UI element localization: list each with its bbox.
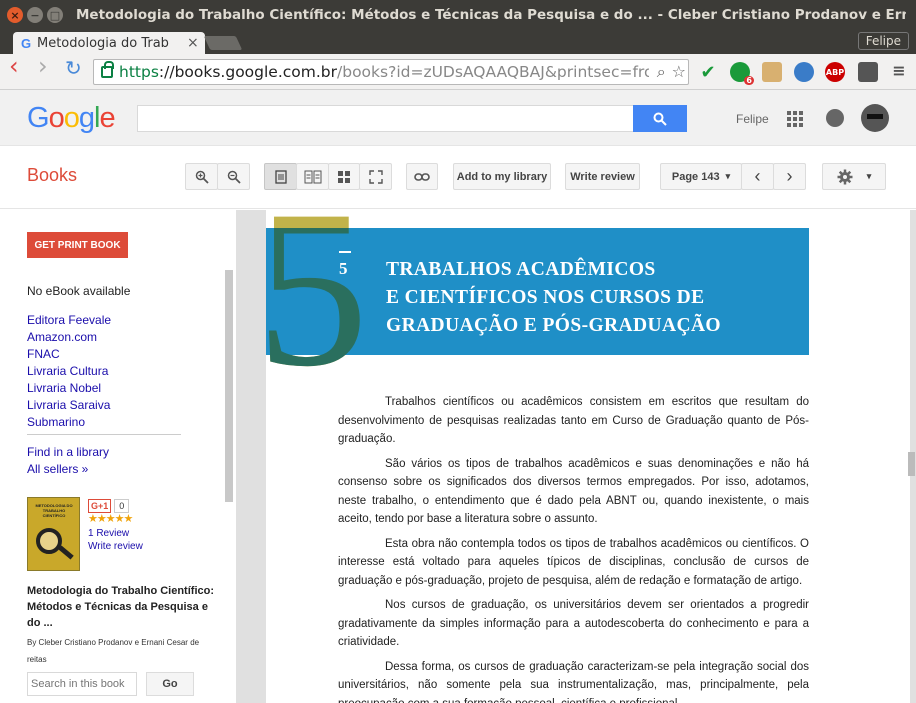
seller-link[interactable]: Editora Feevale [27, 312, 111, 329]
add-to-library-button[interactable]: Add to my library [453, 163, 551, 190]
url-text[interactable]: https://books.google.com.br/books?id=zUD… [119, 63, 649, 81]
new-tab-button[interactable] [203, 36, 243, 50]
chevron-down-icon: ▾ [866, 171, 872, 181]
apps-grid-icon[interactable] [787, 111, 803, 127]
window-minimize-button[interactable]: − [27, 7, 43, 23]
window-maximize-button[interactable]: □ [47, 7, 63, 23]
books-label[interactable]: Books [27, 165, 77, 186]
chapter-number: 5 [339, 251, 351, 278]
window-titlebar: × − □ Metodologia do Trabalho Científico… [0, 0, 916, 30]
face-extension-icon[interactable] [762, 62, 782, 82]
window-close-button[interactable]: × [7, 7, 23, 23]
search-go-button[interactable]: Go [146, 672, 194, 696]
book-author: By Cleber Cristiano Prodanov e Ernani Ce… [27, 638, 200, 664]
bookmark-star-icon[interactable]: ☆ [672, 62, 686, 82]
browser-tab[interactable]: G Metodologia do Trab × [13, 32, 205, 54]
globe-extension-icon[interactable] [794, 62, 814, 82]
get-print-book-button[interactable]: GET PRINT BOOK [27, 232, 128, 258]
forward-button[interactable]: › [38, 54, 48, 78]
book-cover-thumbnail[interactable]: METODOLOGIA DO TRABALHO CIENTÍFICO [27, 497, 80, 571]
settings-dropdown[interactable]: ▾ [822, 163, 886, 190]
pocket-icon[interactable] [858, 62, 878, 82]
next-page-button[interactable]: › [773, 163, 806, 190]
tab-close-icon[interactable]: × [187, 35, 199, 51]
reviews-link[interactable]: 1 Review [88, 528, 129, 539]
rating-stars-icon: ★★★★★ [88, 513, 133, 525]
badge-extension-icon[interactable]: 6 [730, 62, 754, 85]
paragraph: Dessa forma, os cursos de graduação cara… [338, 660, 809, 703]
profile-button[interactable]: Felipe [857, 32, 909, 50]
chapter-big-number-overlay: 5 [266, 210, 369, 413]
search-icon [653, 112, 667, 126]
page-body-text: Trabalhos científicos ou acadêmicos cons… [338, 393, 809, 703]
paragraph: Trabalhos científicos ou acadêmicos cons… [338, 396, 809, 445]
zoom-search-icon[interactable]: ⌕ [657, 62, 666, 82]
thumbnail-view-icon[interactable] [328, 163, 360, 190]
checkmark-extension-icon[interactable]: ✔ [698, 62, 718, 83]
zoom-in-icon[interactable] [185, 163, 218, 190]
single-page-view-icon[interactable] [264, 163, 297, 190]
write-review-button[interactable]: Write review [565, 163, 640, 190]
fullscreen-icon[interactable] [359, 163, 392, 190]
seller-list: Editora Feevale Amazon.com FNAC Livraria… [27, 312, 111, 431]
sidebar-scrollbar[interactable] [225, 270, 233, 502]
book-sidebar: GET PRINT BOOK No eBook available Editor… [0, 210, 236, 703]
search-in-book-input[interactable] [27, 672, 137, 696]
google-plus-one[interactable]: G+1 0 [88, 499, 130, 513]
gplus-button[interactable]: G+1 [88, 499, 112, 513]
notifications-icon[interactable] [826, 109, 844, 127]
reload-button[interactable]: ↻ [65, 58, 82, 78]
page-selector-dropdown[interactable]: Page 143 ▾ [660, 163, 742, 190]
chapter-title: TRABALHOS ACADÊMICOS E CIENTÍFICOS NOS C… [386, 259, 721, 336]
seller-link[interactable]: Livraria Cultura [27, 363, 111, 380]
gplus-count: 0 [114, 499, 130, 513]
menu-icon[interactable]: ≡ [889, 60, 909, 80]
seller-link[interactable]: Submarino [27, 414, 111, 431]
chevron-down-icon: ▾ [725, 171, 731, 181]
tab-strip: G Metodologia do Trab × Felipe [0, 30, 916, 54]
gear-icon [837, 169, 853, 184]
window-title: Metodologia do Trabalho Científico: Méto… [76, 7, 906, 23]
write-review-link[interactable]: Write review [88, 541, 143, 552]
book-page: 5 5 5 TRABALHOS ACADÊMICOS E CIENTÍFICOS… [266, 210, 910, 703]
tab-label: Metodologia do Trab [37, 35, 169, 51]
two-page-view-icon[interactable] [296, 163, 329, 190]
no-ebook-text: No eBook available [27, 284, 131, 298]
divider [27, 434, 181, 435]
browser-toolbar: ‹ › ↻ https://books.google.com.br/books?… [0, 54, 916, 90]
google-search-input[interactable] [137, 105, 634, 132]
adblock-icon[interactable]: ABP [825, 62, 845, 82]
seller-link[interactable]: Livraria Nobel [27, 380, 111, 397]
google-user-name[interactable]: Felipe [736, 112, 769, 126]
viewer-scrollbar[interactable] [908, 452, 915, 476]
seller-link[interactable]: Livraria Saraiva [27, 397, 111, 414]
book-title: Metodologia do Trabalho Científico: Méto… [27, 585, 214, 629]
paragraph: Esta obra não contempla todos os tipos d… [338, 537, 809, 587]
google-favicon-icon: G [21, 35, 32, 51]
chapter-banner: 5 5 TRABALHOS ACADÊMICOS E CIENTÍFICOS N… [266, 228, 809, 388]
seller-link[interactable]: FNAC [27, 346, 111, 363]
google-header: Google Felipe [0, 90, 916, 146]
link-icon[interactable] [406, 163, 438, 190]
books-toolbar: Books Add to my library Write review Pag… [0, 147, 916, 209]
lock-icon [101, 61, 114, 78]
zoom-out-icon[interactable] [217, 163, 250, 190]
google-logo[interactable]: Google [27, 102, 116, 135]
paragraph: Nos cursos de graduação, os universitári… [338, 599, 809, 648]
find-in-library-link[interactable]: Find in a library [27, 445, 109, 459]
paragraph: São vários os tipos de trabalhos acadêmi… [338, 457, 809, 526]
avatar[interactable] [861, 104, 889, 132]
all-sellers-link[interactable]: All sellers » [27, 462, 88, 476]
previous-page-button[interactable]: ‹ [741, 163, 774, 190]
seller-link[interactable]: Amazon.com [27, 329, 111, 346]
address-bar[interactable]: https://books.google.com.br/books?id=zUD… [93, 59, 689, 85]
back-button[interactable]: ‹ [9, 54, 19, 78]
google-search-button[interactable] [633, 105, 687, 132]
